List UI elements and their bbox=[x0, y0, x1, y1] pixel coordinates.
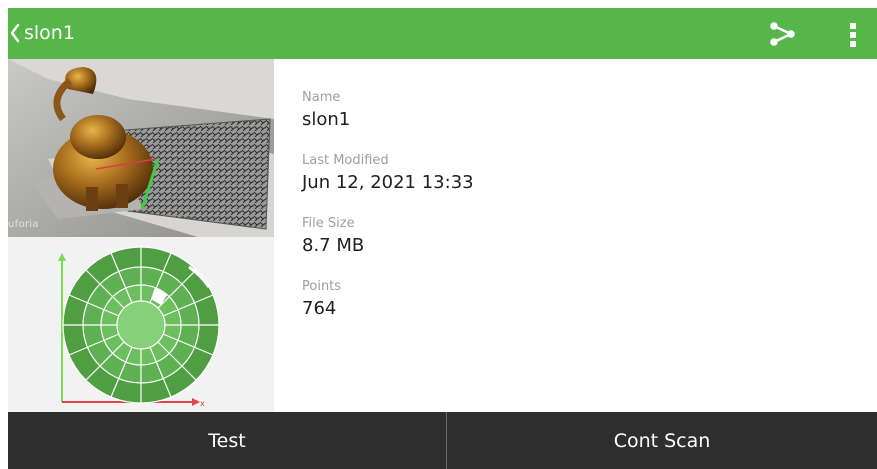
test-button[interactable]: Test bbox=[8, 412, 446, 469]
points-value: 764 bbox=[302, 298, 337, 319]
watermark-text: uforia bbox=[8, 219, 39, 230]
name-value: slon1 bbox=[302, 109, 351, 130]
cont-scan-button[interactable]: Cont Scan bbox=[447, 412, 877, 469]
app-bar: slon1 bbox=[8, 8, 877, 59]
name-label: Name bbox=[302, 90, 341, 105]
svg-text:x: x bbox=[200, 399, 205, 408]
last-modified-value: Jun 12, 2021 13:33 bbox=[302, 172, 474, 193]
points-field: Points 764 bbox=[302, 279, 474, 342]
share-icon[interactable] bbox=[769, 21, 797, 47]
app-title: slon1 bbox=[24, 22, 75, 44]
object-photo bbox=[8, 59, 274, 237]
chevron-left-icon[interactable] bbox=[9, 22, 23, 44]
file-size-value: 8.7 MB bbox=[302, 235, 365, 256]
file-size-field: File Size 8.7 MB bbox=[302, 216, 474, 279]
preview-panel: uforia x bbox=[8, 59, 274, 412]
more-vert-icon[interactable] bbox=[844, 21, 862, 49]
last-modified-label: Last Modified bbox=[302, 153, 389, 168]
scan-details: Name slon1 Last Modified Jun 12, 2021 13… bbox=[302, 90, 474, 342]
coverage-dome: x bbox=[8, 237, 274, 412]
file-size-label: File Size bbox=[302, 216, 355, 231]
action-bar: Test Cont Scan bbox=[8, 412, 877, 469]
points-label: Points bbox=[302, 279, 342, 294]
name-field: Name slon1 bbox=[302, 90, 474, 153]
last-modified-field: Last Modified Jun 12, 2021 13:33 bbox=[302, 153, 474, 216]
